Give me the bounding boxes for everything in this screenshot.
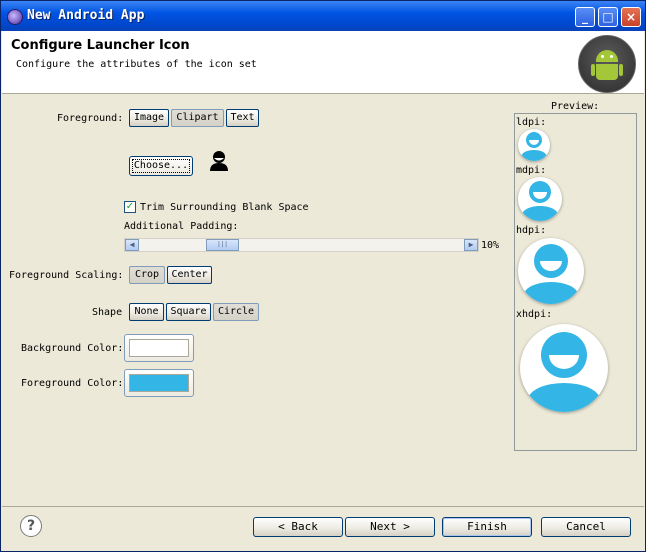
window-title: New Android App [27,8,145,23]
background-color-label: Background Color: [21,343,124,354]
clipart-person-icon [210,151,228,171]
foreground-label: Foreground: [57,113,124,124]
foreground-color-label: Foreground Color: [21,378,124,389]
slider-right-arrow-icon[interactable]: ▶ [464,239,478,251]
next-button[interactable]: Next > [345,517,435,537]
wizard-window: New Android App _ □ × Configure Launcher… [0,0,646,552]
help-icon[interactable]: ? [20,515,42,537]
preview-hdpi-icon [518,238,584,304]
eclipse-icon [7,9,23,25]
preview-legend: Preview: [551,101,600,112]
maximize-button[interactable]: □ [598,7,618,27]
foreground-color-swatch [129,374,189,392]
minimize-button[interactable]: _ [575,7,595,27]
slider-left-arrow-icon[interactable]: ◀ [125,239,139,251]
title-bar: New Android App _ □ × [1,1,645,31]
android-logo-icon [578,35,636,93]
close-button[interactable]: × [621,7,641,27]
trim-checkbox[interactable]: ✓ [124,201,136,213]
foreground-text-button[interactable]: Text [226,109,259,127]
foreground-color-picker[interactable] [124,369,194,397]
foreground-image-button[interactable]: Image [129,109,169,127]
cancel-button[interactable]: Cancel [541,517,631,537]
wizard-header: Configure Launcher Icon Configure the at… [2,31,644,94]
padding-slider[interactable]: ◀ ||| ▶ [124,238,479,252]
slider-thumb[interactable]: ||| [206,239,239,251]
shape-none-button[interactable]: None [129,303,164,321]
foreground-clipart-button[interactable]: Clipart [171,109,224,127]
footer-separator [2,506,644,507]
page-subtitle: Configure the attributes of the icon set [16,59,257,70]
background-color-picker[interactable] [124,334,194,362]
preview-xhdpi-label: xhdpi: [516,309,553,320]
scaling-crop-button[interactable]: Crop [129,266,165,284]
shape-square-button[interactable]: Square [166,303,211,321]
background-color-swatch [129,339,189,357]
preview-hdpi-label: hdpi: [516,225,547,236]
padding-value: 10% [481,240,500,251]
preview-ldpi-icon [518,129,550,161]
shape-label: Shape [92,307,123,318]
finish-button[interactable]: Finish [442,517,532,537]
preview-ldpi-label: ldpi: [516,117,547,128]
scaling-label: Foreground Scaling: [9,270,124,281]
page-title: Configure Launcher Icon [11,38,190,53]
choose-clipart-button[interactable]: Choose... [129,156,193,176]
padding-label: Additional Padding: [124,221,239,232]
trim-label: Trim Surrounding Blank Space [140,202,309,213]
preview-mdpi-icon [518,177,562,221]
back-button[interactable]: < Back [253,517,343,537]
shape-circle-button[interactable]: Circle [213,303,259,321]
preview-xhdpi-icon [520,324,608,412]
scaling-center-button[interactable]: Center [167,266,212,284]
preview-mdpi-label: mdpi: [516,165,547,176]
